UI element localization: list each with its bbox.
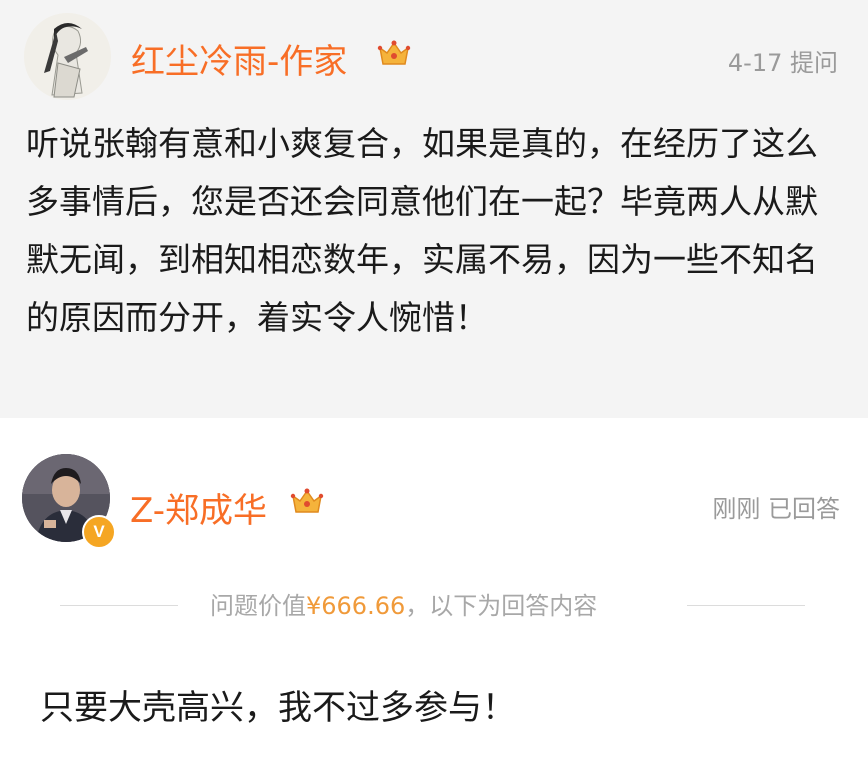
answerer-username[interactable]: Z-郑成华 <box>130 483 267 532</box>
asker-avatar[interactable] <box>24 13 111 100</box>
member-crown-icon <box>290 488 324 513</box>
price-suffix: ，以下为回答内容 <box>405 592 598 620</box>
divider-right <box>687 605 805 606</box>
asker-avatar-illustration <box>24 13 111 100</box>
price-prefix: 问题价值 <box>210 592 306 620</box>
question-time: 4-17 提问 <box>727 49 838 77</box>
question-text: 听说张翰有意和小爽复合，如果是真的，在经历了这么多事情后，您是否还会同意他们在一… <box>26 124 818 337</box>
answer-time: 刚刚 已回答 <box>712 495 840 523</box>
question-card: 红尘冷雨-作家 4-17 提问 听说张翰有意和小爽复合，如果是真的，在经历了这么… <box>0 0 868 418</box>
asker-username[interactable]: 红尘冷雨-作家 <box>131 34 347 83</box>
price-label: 问题价值¥666.66，以下为回答内容 <box>210 586 597 621</box>
member-crown-icon <box>377 40 411 65</box>
answer-text: 只要大壳高兴，我不过多参与！ <box>40 688 516 728</box>
price-amount: ¥666.66 <box>306 592 406 620</box>
answer-card: V Z-郑成华 刚刚 已回答 问题价值¥666.66，以下为回答内容 只要大壳高… <box>0 418 868 782</box>
divider-left <box>60 605 178 606</box>
question-price-divider: 问题价值¥666.66，以下为回答内容 <box>60 586 805 626</box>
verified-badge-icon: V <box>82 515 116 549</box>
